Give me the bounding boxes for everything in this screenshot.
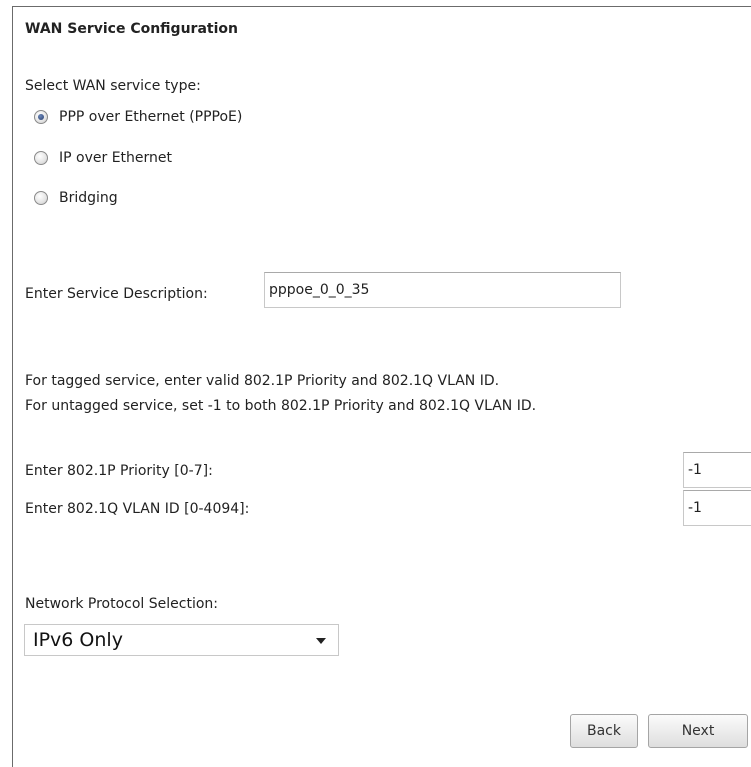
- protocol-selection-label: Network Protocol Selection:: [25, 596, 219, 612]
- radio-button-bridging[interactable]: [34, 191, 48, 205]
- service-type-label: Select WAN service type:: [25, 78, 201, 94]
- chevron-down-icon: [316, 638, 326, 644]
- protocol-select[interactable]: IPv6 Only: [24, 624, 339, 656]
- untagged-service-info: For untagged service, set -1 to both 802…: [25, 398, 537, 414]
- radio-button-ipoe[interactable]: [34, 151, 48, 165]
- service-description-value: pppoe_0_0_35: [269, 282, 370, 298]
- priority-input[interactable]: -1: [683, 452, 751, 488]
- service-description-input[interactable]: pppoe_0_0_35: [264, 272, 621, 308]
- radio-option-bridging[interactable]: Bridging: [34, 187, 118, 209]
- radio-label-ipoe: IP over Ethernet: [59, 150, 172, 166]
- radio-label-bridging: Bridging: [59, 190, 118, 206]
- vlan-id-input[interactable]: -1: [683, 490, 751, 526]
- next-button[interactable]: Next: [648, 714, 748, 748]
- vlan-id-label: Enter 802.1Q VLAN ID [0-4094]:: [25, 501, 250, 517]
- radio-option-ipoe[interactable]: IP over Ethernet: [34, 147, 172, 169]
- radio-label-pppoe: PPP over Ethernet (PPPoE): [59, 109, 243, 125]
- vlan-id-value: -1: [688, 500, 702, 516]
- back-button[interactable]: Back: [570, 714, 638, 748]
- priority-value: -1: [688, 462, 702, 478]
- page-title: WAN Service Configuration: [25, 21, 238, 37]
- service-description-label: Enter Service Description:: [25, 286, 208, 302]
- tagged-service-info: For tagged service, enter valid 802.1P P…: [25, 373, 500, 389]
- radio-button-pppoe[interactable]: [34, 110, 48, 124]
- radio-option-pppoe[interactable]: PPP over Ethernet (PPPoE): [34, 106, 242, 128]
- priority-label: Enter 802.1P Priority [0-7]:: [25, 463, 213, 479]
- protocol-selected-value: IPv6 Only: [33, 629, 123, 651]
